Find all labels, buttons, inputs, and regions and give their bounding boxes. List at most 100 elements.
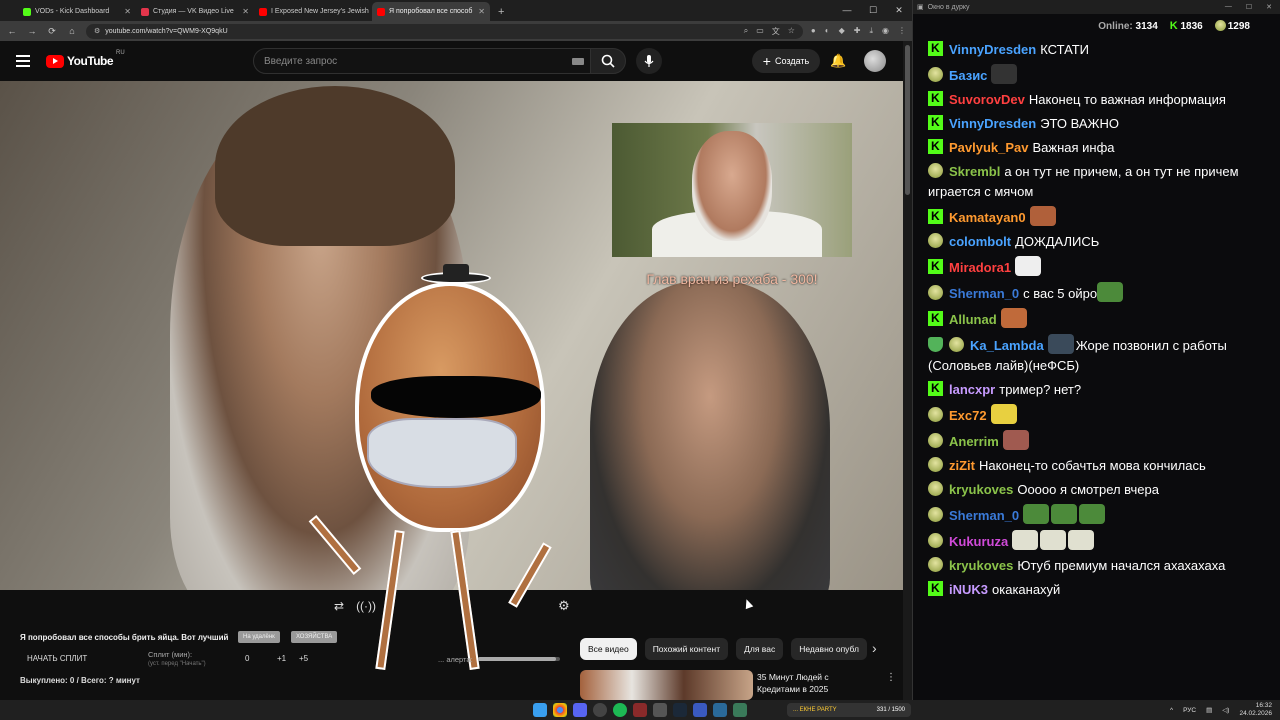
zoom-icon[interactable]: ⌕: [744, 26, 748, 37]
app-icon[interactable]: [713, 703, 727, 717]
tag-chip[interactable]: На удалёнк: [238, 631, 280, 643]
minimize-icon[interactable]: —: [834, 0, 860, 20]
volume-icon[interactable]: ◁): [1222, 706, 1229, 714]
extension-icon[interactable]: ◐: [825, 26, 830, 36]
tab-youtube-1[interactable]: I Exposed New Jersey's Jewish✕: [254, 2, 372, 21]
steam-icon[interactable]: [673, 703, 687, 717]
maximize-icon[interactable]: ☐: [860, 0, 886, 20]
app-icon[interactable]: [653, 703, 667, 717]
chat-username[interactable]: Kukuruza: [949, 534, 1008, 549]
menu-icon[interactable]: [16, 55, 30, 67]
network-icon[interactable]: ▤: [1206, 706, 1212, 714]
translate-icon[interactable]: 文: [772, 26, 780, 37]
chat-username[interactable]: Skrembl: [949, 164, 1000, 179]
more-icon[interactable]: ⋮: [886, 672, 896, 683]
chat-username[interactable]: Ka_Lambda: [970, 338, 1044, 353]
chat-username[interactable]: Sherman_0: [949, 508, 1019, 523]
tab-vk-studio[interactable]: Студия — VK Видео Live ✕: [136, 2, 254, 21]
scrollbar-thumb[interactable]: [905, 45, 910, 195]
menu-icon[interactable]: ⋮: [898, 26, 906, 36]
chat-username[interactable]: ziZit: [949, 458, 975, 473]
app-icon[interactable]: [693, 703, 707, 717]
tab-youtube-active[interactable]: Я попробовал все способ ✕: [372, 2, 490, 21]
system-tray: ^ РУС ▤ ◁) 16:32 24.02.2026: [1170, 700, 1272, 720]
obs-icon[interactable]: [593, 703, 607, 717]
create-button[interactable]: + Создать: [752, 49, 820, 73]
chat-username[interactable]: Anerrim: [949, 434, 999, 449]
chevron-right-icon[interactable]: ›: [872, 640, 877, 656]
filter-chip-for-you[interactable]: Для вас: [736, 638, 784, 660]
close-icon[interactable]: ✕: [124, 7, 131, 16]
youtube-logo[interactable]: YouTube RU: [46, 50, 125, 68]
star-icon[interactable]: ☆: [788, 26, 795, 37]
chat-username[interactable]: Miradora1: [949, 260, 1011, 275]
chat-username[interactable]: kryukoves: [949, 558, 1013, 573]
chat-username[interactable]: Pavlyuk_Pav: [949, 140, 1029, 155]
chat-username[interactable]: Базис: [949, 68, 987, 83]
maximize-icon[interactable]: ☐: [1246, 3, 1252, 11]
reload-icon[interactable]: ⟳: [46, 26, 58, 37]
taskbar-apps: [533, 700, 747, 720]
recommendation-title[interactable]: 35 Минут Людей с Кредитами в 2025: [757, 671, 857, 695]
split-add-1-button[interactable]: +1: [277, 654, 286, 663]
back-icon[interactable]: ←: [6, 26, 18, 36]
page-scrollbar[interactable]: [903, 41, 912, 700]
site-info-icon[interactable]: ⚙: [94, 27, 100, 35]
avatar[interactable]: [864, 50, 886, 72]
party-widget[interactable]: ... ЕКНЕ PARTY 331 / 1500: [787, 703, 911, 717]
tag-chip[interactable]: ХОЗЯЙСТВА: [291, 631, 338, 643]
close-icon[interactable]: ✕: [1266, 3, 1272, 11]
profile-icon[interactable]: ◉: [882, 26, 889, 36]
audio-icon[interactable]: ((·)): [356, 599, 376, 613]
notifications-icon[interactable]: 🔔: [830, 53, 846, 69]
url-field[interactable]: ⚙ youtube.com/watch?v=QWM9-XQ9qkU ⌕ ▭ 文 ☆: [86, 23, 803, 39]
keyboard-icon[interactable]: [572, 57, 584, 65]
settings-icon[interactable]: ⚙: [558, 598, 570, 614]
chat-username[interactable]: Exc72: [949, 408, 987, 423]
close-icon[interactable]: ✕: [478, 7, 485, 16]
voice-search-button[interactable]: [636, 48, 662, 74]
chevron-up-icon[interactable]: ^: [1170, 707, 1173, 714]
chrome-icon[interactable]: [553, 703, 567, 717]
chat-username[interactable]: VinnyDresden: [949, 42, 1036, 57]
forward-icon[interactable]: →: [26, 26, 38, 36]
windows-start-icon[interactable]: [533, 703, 547, 717]
chat-username[interactable]: Sherman_0: [949, 286, 1019, 301]
home-icon[interactable]: ⌂: [66, 26, 78, 36]
close-icon[interactable]: ✕: [886, 0, 912, 20]
extension-icon[interactable]: ●: [811, 26, 816, 36]
split-value[interactable]: 0: [245, 654, 249, 663]
filter-chip-similar[interactable]: Похожий контент: [644, 638, 729, 660]
chat-username[interactable]: Allunad: [949, 312, 997, 327]
chat-username[interactable]: colombolt: [949, 234, 1011, 249]
filter-chip-all[interactable]: Все видео: [580, 638, 637, 660]
download-icon[interactable]: ⤓: [869, 26, 873, 36]
chat-username[interactable]: VinnyDresden: [949, 116, 1036, 131]
close-icon[interactable]: ✕: [242, 7, 249, 16]
lang-indicator[interactable]: РУС: [1183, 707, 1196, 714]
chat-username[interactable]: SuvorovDev: [949, 92, 1025, 107]
chat-username[interactable]: Kamatayan0: [949, 210, 1026, 225]
alert-slider[interactable]: [478, 657, 560, 661]
app-icon[interactable]: [733, 703, 747, 717]
loop-icon[interactable]: ⇄: [334, 599, 344, 613]
discord-icon[interactable]: [573, 703, 587, 717]
search-button[interactable]: [590, 48, 626, 74]
filter-chip-recent[interactable]: Недавно опубл: [791, 638, 867, 660]
chat-username[interactable]: iNUK3: [949, 582, 988, 597]
new-tab-button[interactable]: +: [490, 2, 512, 21]
minimize-icon[interactable]: —: [1225, 3, 1232, 11]
start-split-button[interactable]: НАЧАТЬ СПЛИТ: [27, 654, 87, 663]
cast-icon[interactable]: ▭: [756, 26, 764, 37]
clock[interactable]: 16:32 24.02.2026: [1239, 702, 1272, 718]
recommendation-thumbnail[interactable]: [580, 670, 753, 700]
spotify-icon[interactable]: [613, 703, 627, 717]
tab-kick-vods[interactable]: VODs - Kick Dashboard ✕: [18, 2, 136, 21]
app-icon[interactable]: [633, 703, 647, 717]
extension-icon[interactable]: ◆: [839, 26, 845, 36]
chat-username[interactable]: lancxpr: [949, 382, 995, 397]
search-input[interactable]: Введите запрос: [253, 48, 595, 74]
chat-username[interactable]: kryukoves: [949, 482, 1013, 497]
split-add-5-button[interactable]: +5: [299, 654, 308, 663]
puzzle-icon[interactable]: ✚: [854, 26, 861, 36]
